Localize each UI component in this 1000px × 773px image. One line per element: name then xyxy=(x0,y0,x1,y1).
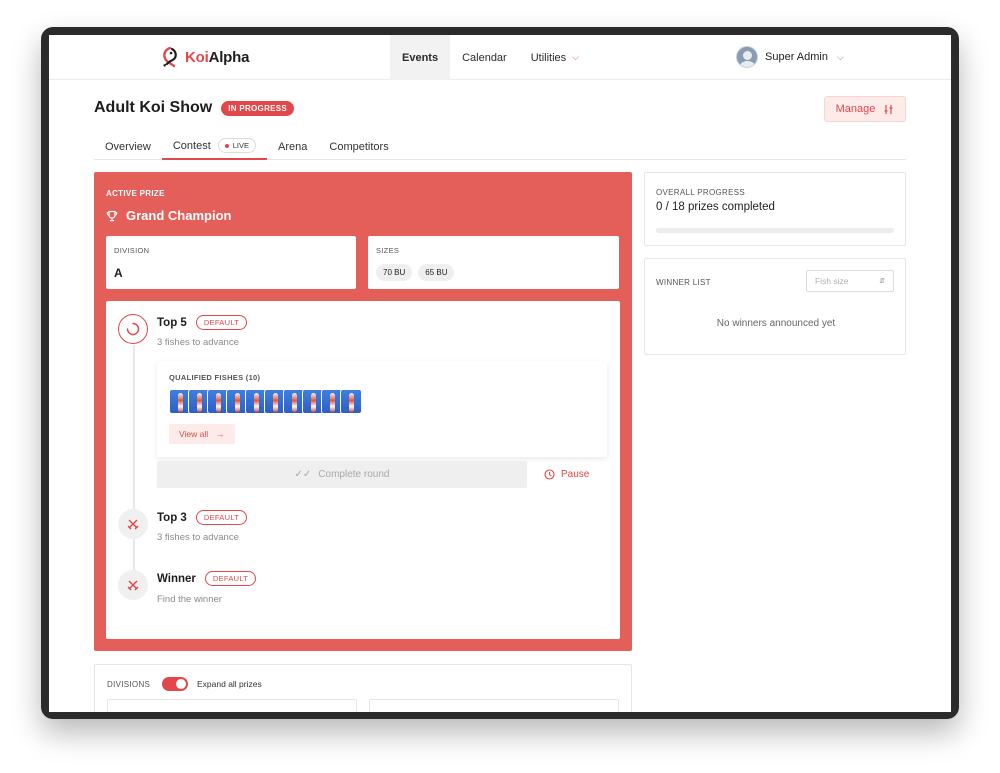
round-name: Winner xyxy=(157,572,196,585)
spinner-icon xyxy=(126,322,140,336)
divisions-label: DIVISIONS xyxy=(107,680,151,689)
sliders-icon xyxy=(884,104,893,114)
division-prize-card[interactable] xyxy=(107,699,357,712)
empty-state-text: No winners announced yet xyxy=(716,318,836,329)
progress-bar xyxy=(656,228,894,233)
round-pending-icon xyxy=(118,509,148,539)
division-label: DIVISION xyxy=(114,246,150,255)
size-chip: 70 BU xyxy=(376,264,413,281)
rounds-card: Top 5 DEFAULT 3 fishes to advance QUALIF… xyxy=(106,301,620,639)
expand-all-toggle[interactable] xyxy=(162,677,188,691)
default-badge: DEFAULT xyxy=(195,510,248,525)
user-menu[interactable]: Super Admin ⌵ xyxy=(736,46,844,68)
view-all-button[interactable]: View all → xyxy=(169,424,235,444)
default-badge: DEFAULT xyxy=(204,571,257,586)
page-title: Adult Koi Show xyxy=(94,99,213,116)
swords-icon xyxy=(127,580,139,591)
active-prize-label: ACTIVE PRIZE xyxy=(106,189,165,198)
nav-tab-utilities[interactable]: Utilities ⌵ xyxy=(519,35,591,80)
fish-size-placeholder: Fish size xyxy=(815,276,849,286)
complete-round-label: Complete round xyxy=(318,469,390,480)
fish-size-select[interactable]: Fish size ⇵ xyxy=(806,270,894,292)
timeline-line xyxy=(133,345,135,577)
tab-contest[interactable]: Contest LIVE xyxy=(161,133,268,160)
clock-pause-icon xyxy=(544,469,555,480)
default-badge: DEFAULT xyxy=(195,315,248,330)
app-window: KoiAlpha Events Calendar Utilities ⌵ Supe… xyxy=(49,35,951,712)
manage-label: Manage xyxy=(835,103,876,115)
round-title: Top 3 DEFAULT xyxy=(157,510,248,525)
live-dot-icon xyxy=(224,143,229,148)
division-prize-card[interactable] xyxy=(369,699,619,712)
prize-name: Grand Champion xyxy=(126,208,232,223)
qualified-label: QUALIFIED FISHES (10) xyxy=(169,373,261,382)
pause-label: Pause xyxy=(561,469,590,480)
status-badge: IN PROGRESS xyxy=(221,100,295,116)
progress-text: 0 / 18 prizes completed xyxy=(656,201,775,213)
koi-logo-icon xyxy=(163,46,177,68)
fish-thumbnail[interactable] xyxy=(340,389,362,414)
nav-tab-events[interactable]: Events xyxy=(390,35,451,80)
division-card: DIVISION A xyxy=(106,236,356,289)
divisions-card: DIVISIONS Expand all prizes xyxy=(94,664,632,712)
sizes-card: SIZES 70 BU 65 BU xyxy=(368,236,619,289)
winner-list-card: WINNER LIST Fish size ⇵ No winners annou… xyxy=(644,258,906,355)
round-in-progress-icon xyxy=(118,314,148,344)
top-nav: KoiAlpha Events Calendar Utilities ⌵ Supe… xyxy=(49,35,951,80)
overall-progress-card: OVERALL PROGRESS 0 / 18 prizes completed xyxy=(644,172,906,246)
chevron-down-icon: ⌵ xyxy=(836,51,844,62)
tab-overview[interactable]: Overview xyxy=(94,133,162,160)
chevron-down-icon: ⌵ xyxy=(572,52,579,62)
page-header: Adult Koi Show IN PROGRESS xyxy=(94,99,295,117)
tab-arena[interactable]: Arena xyxy=(267,133,318,160)
view-all-label: View all xyxy=(179,429,209,439)
complete-round-button[interactable]: ✓✓ Complete round xyxy=(157,461,527,488)
sizes-label: SIZES xyxy=(376,246,400,255)
round-title: Winner DEFAULT xyxy=(157,571,257,586)
size-chips: 70 BU 65 BU xyxy=(376,264,455,281)
updown-chevron-icon: ⇵ xyxy=(879,278,885,285)
expand-all-label: Expand all prizes xyxy=(197,679,262,689)
round-subtitle: 3 fishes to advance xyxy=(157,532,239,543)
nav-tab-calendar[interactable]: Calendar xyxy=(450,35,519,80)
event-tabs: Overview Contest LIVE Arena Competitors xyxy=(94,133,906,160)
main-nav: Events Calendar Utilities ⌵ xyxy=(390,35,591,80)
logo-text: KoiAlpha xyxy=(185,48,250,66)
swords-icon xyxy=(127,519,139,530)
live-badge: LIVE xyxy=(217,138,257,153)
prize-title: Grand Champion xyxy=(106,208,231,223)
round-subtitle: 3 fishes to advance xyxy=(157,337,239,348)
round-name: Top 3 xyxy=(157,511,187,524)
round-name: Top 5 xyxy=(157,316,187,329)
active-prize-panel: ACTIVE PRIZE Grand Champion DIVISION A S… xyxy=(94,172,632,651)
avatar xyxy=(736,46,758,68)
qualified-fishes-box: QUALIFIED FISHES (10) View all → xyxy=(157,361,607,457)
size-chip: 65 BU xyxy=(418,264,455,281)
logo[interactable]: KoiAlpha xyxy=(160,46,249,68)
winner-list-label: WINNER LIST xyxy=(656,278,711,287)
pause-button[interactable]: Pause xyxy=(544,461,589,488)
round-pending-icon xyxy=(118,570,148,600)
manage-button[interactable]: Manage xyxy=(824,96,906,122)
overall-progress-label: OVERALL PROGRESS xyxy=(656,188,745,197)
tab-competitors[interactable]: Competitors xyxy=(318,133,399,160)
arrow-right-icon: → xyxy=(216,429,225,439)
trophy-icon xyxy=(106,210,118,221)
round-title: Top 5 DEFAULT xyxy=(157,315,248,330)
division-value: A xyxy=(114,266,123,280)
double-check-icon: ✓✓ xyxy=(294,469,312,480)
user-name: Super Admin xyxy=(765,51,828,63)
round-subtitle: Find the winner xyxy=(157,594,222,605)
toggle-knob xyxy=(176,679,186,689)
